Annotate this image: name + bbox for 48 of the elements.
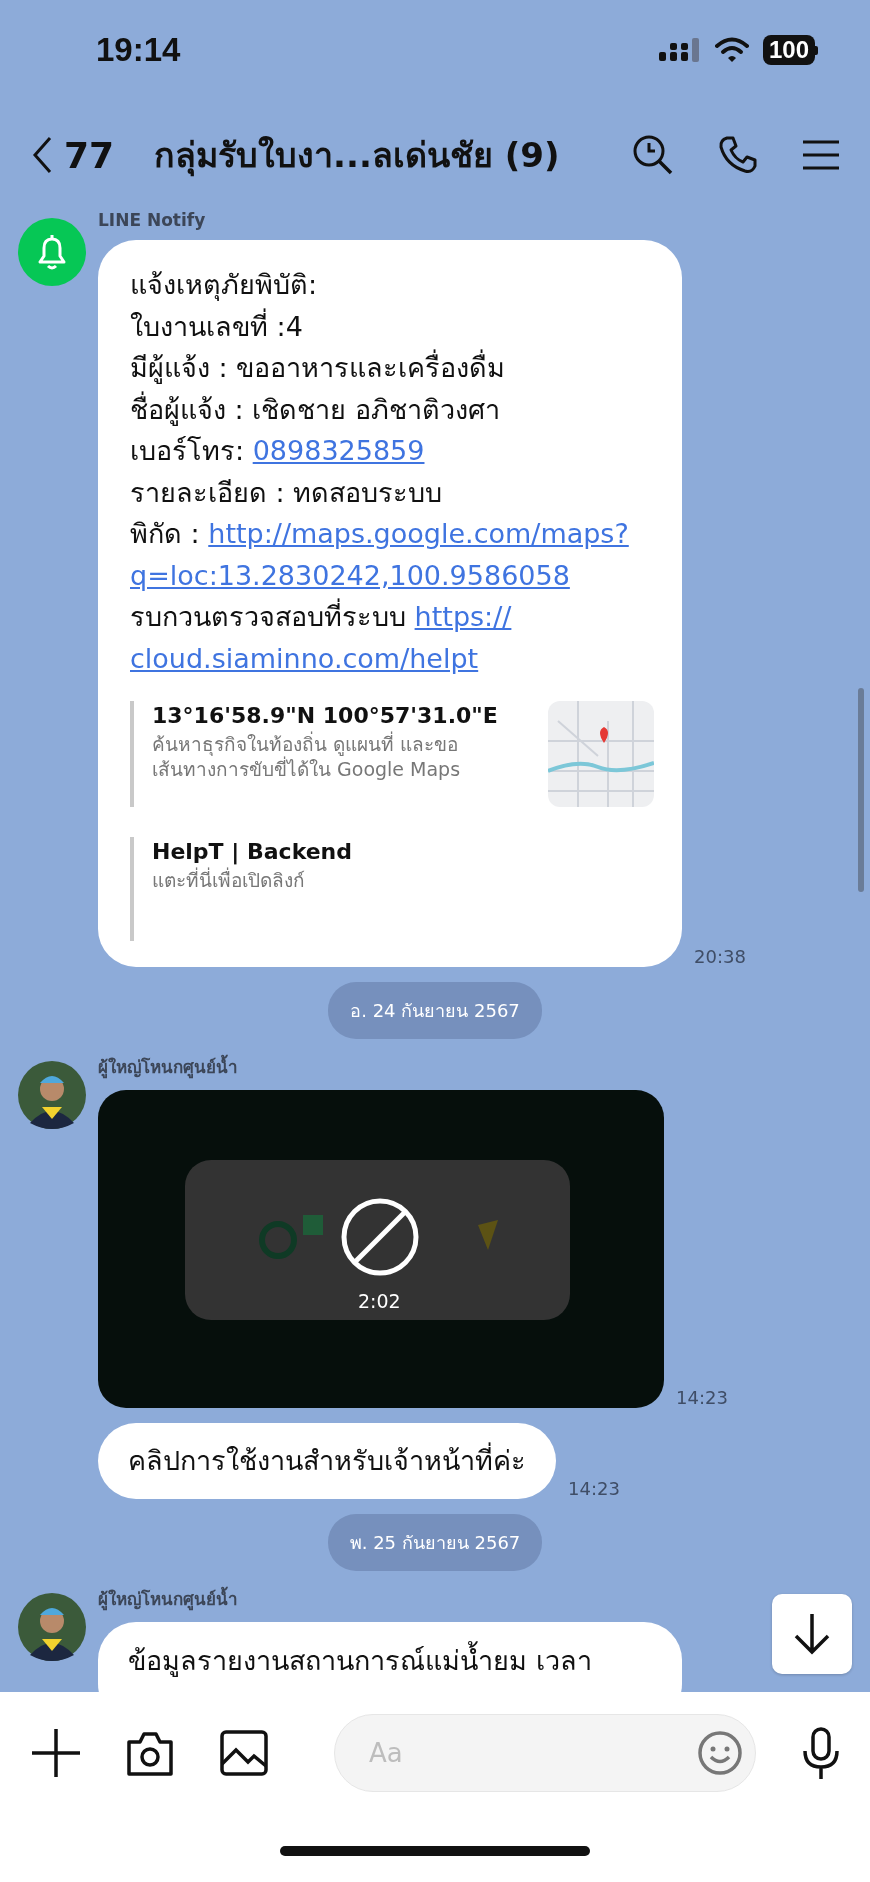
message-text: เบอร์โทร: [130,435,246,466]
message-text: แจ้งเหตุภัยพิบัติ: [130,269,318,300]
phone-icon[interactable] [718,135,758,175]
avatar[interactable] [18,1593,86,1661]
preview-title: 13°16'58.9"N 100°57'31.0"E [152,703,498,728]
sender-name: ผู้ใหญ่โหนกศูนย์น้ำ [98,1053,728,1080]
date-separator: อ. 24 กันยายน 2567 [328,982,542,1039]
message-text: พิกัด : [130,518,201,549]
arrow-down-icon[interactable] [792,1612,832,1656]
link[interactable]: cloud.siaminno.com/helpt [130,642,479,674]
link[interactable]: q=loc:13.2830242,100.9586058 [130,559,570,591]
status-time: 19:14 [96,31,181,69]
link[interactable]: 0898325859 [252,435,425,466]
link-preview[interactable]: 13°16'58.9"N 100°57'31.0"E ค้นหาธุรกิจในท้องถิ่น ดูแผนที่ และขอ เส้นทางการขับขี่ได้ใน Google Maps [130,701,654,807]
message-text: รายละเอียด : ทดสอบระบบ [130,476,443,508]
back-button[interactable]: 77 [32,134,115,176]
message-text: ใบงานเลขที่ :4 [130,310,303,342]
sender-name: LINE Notify [98,210,207,230]
preview-title: HelpT | Backend [152,839,352,864]
avatar[interactable] [18,1061,86,1129]
preview-description: แตะที่นี่เพื่อเปิดลิงก์ [152,868,306,893]
battery-indicator: 100 [762,35,818,65]
emoji-icon[interactable] [697,1730,743,1776]
search-icon[interactable] [632,134,674,176]
signal-icon [658,38,701,62]
message-text: ชื่อผู้แจ้ง : เชิดชาย อภิชาติวงศา [130,393,500,425]
unavailable-icon [340,1197,420,1277]
video-duration: 2:02 [358,1290,401,1312]
menu-icon[interactable] [802,139,840,171]
preview-description: ค้นหาธุรกิจในท้องถิ่น ดูแผนที่ และขอ เส้นทางการขับขี่ได้ใน Google Maps [152,732,462,782]
link-preview[interactable]: HelpT | Backend แตะที่นี่เพื่อเปิดลิงก์ [130,837,654,941]
link[interactable]: http://maps.google.com/maps? [208,518,629,549]
microphone-icon[interactable] [802,1727,840,1779]
message-text: ข้อมูลรายงานสถานการณ์แม่น้ำยม เวลา [128,1640,592,1682]
scroll-down-button[interactable] [772,1594,852,1674]
chat-title: กลุ่มรับใบงา...ลเด่นชัย (9) [154,134,561,179]
message-time: 20:38 [694,946,746,967]
link[interactable]: https:// [414,601,512,632]
plus-icon[interactable] [32,1729,80,1777]
message-text: คลิปการใช้งานสำหรับเจ้าหน้าที่ค่ะ [128,1440,526,1482]
camera-icon[interactable] [126,1730,174,1776]
wifi-icon [714,37,749,63]
message-time: 14:23 [676,1387,728,1408]
image-icon[interactable] [220,1730,268,1776]
sender-name: ผู้ใหญ่โหนกศูนย์น้ำ [98,1585,682,1612]
date-separator: พ. 25 กันยายน 2567 [327,1514,543,1571]
message-time: 14:23 [568,1478,620,1499]
back-icon[interactable] [32,136,52,174]
